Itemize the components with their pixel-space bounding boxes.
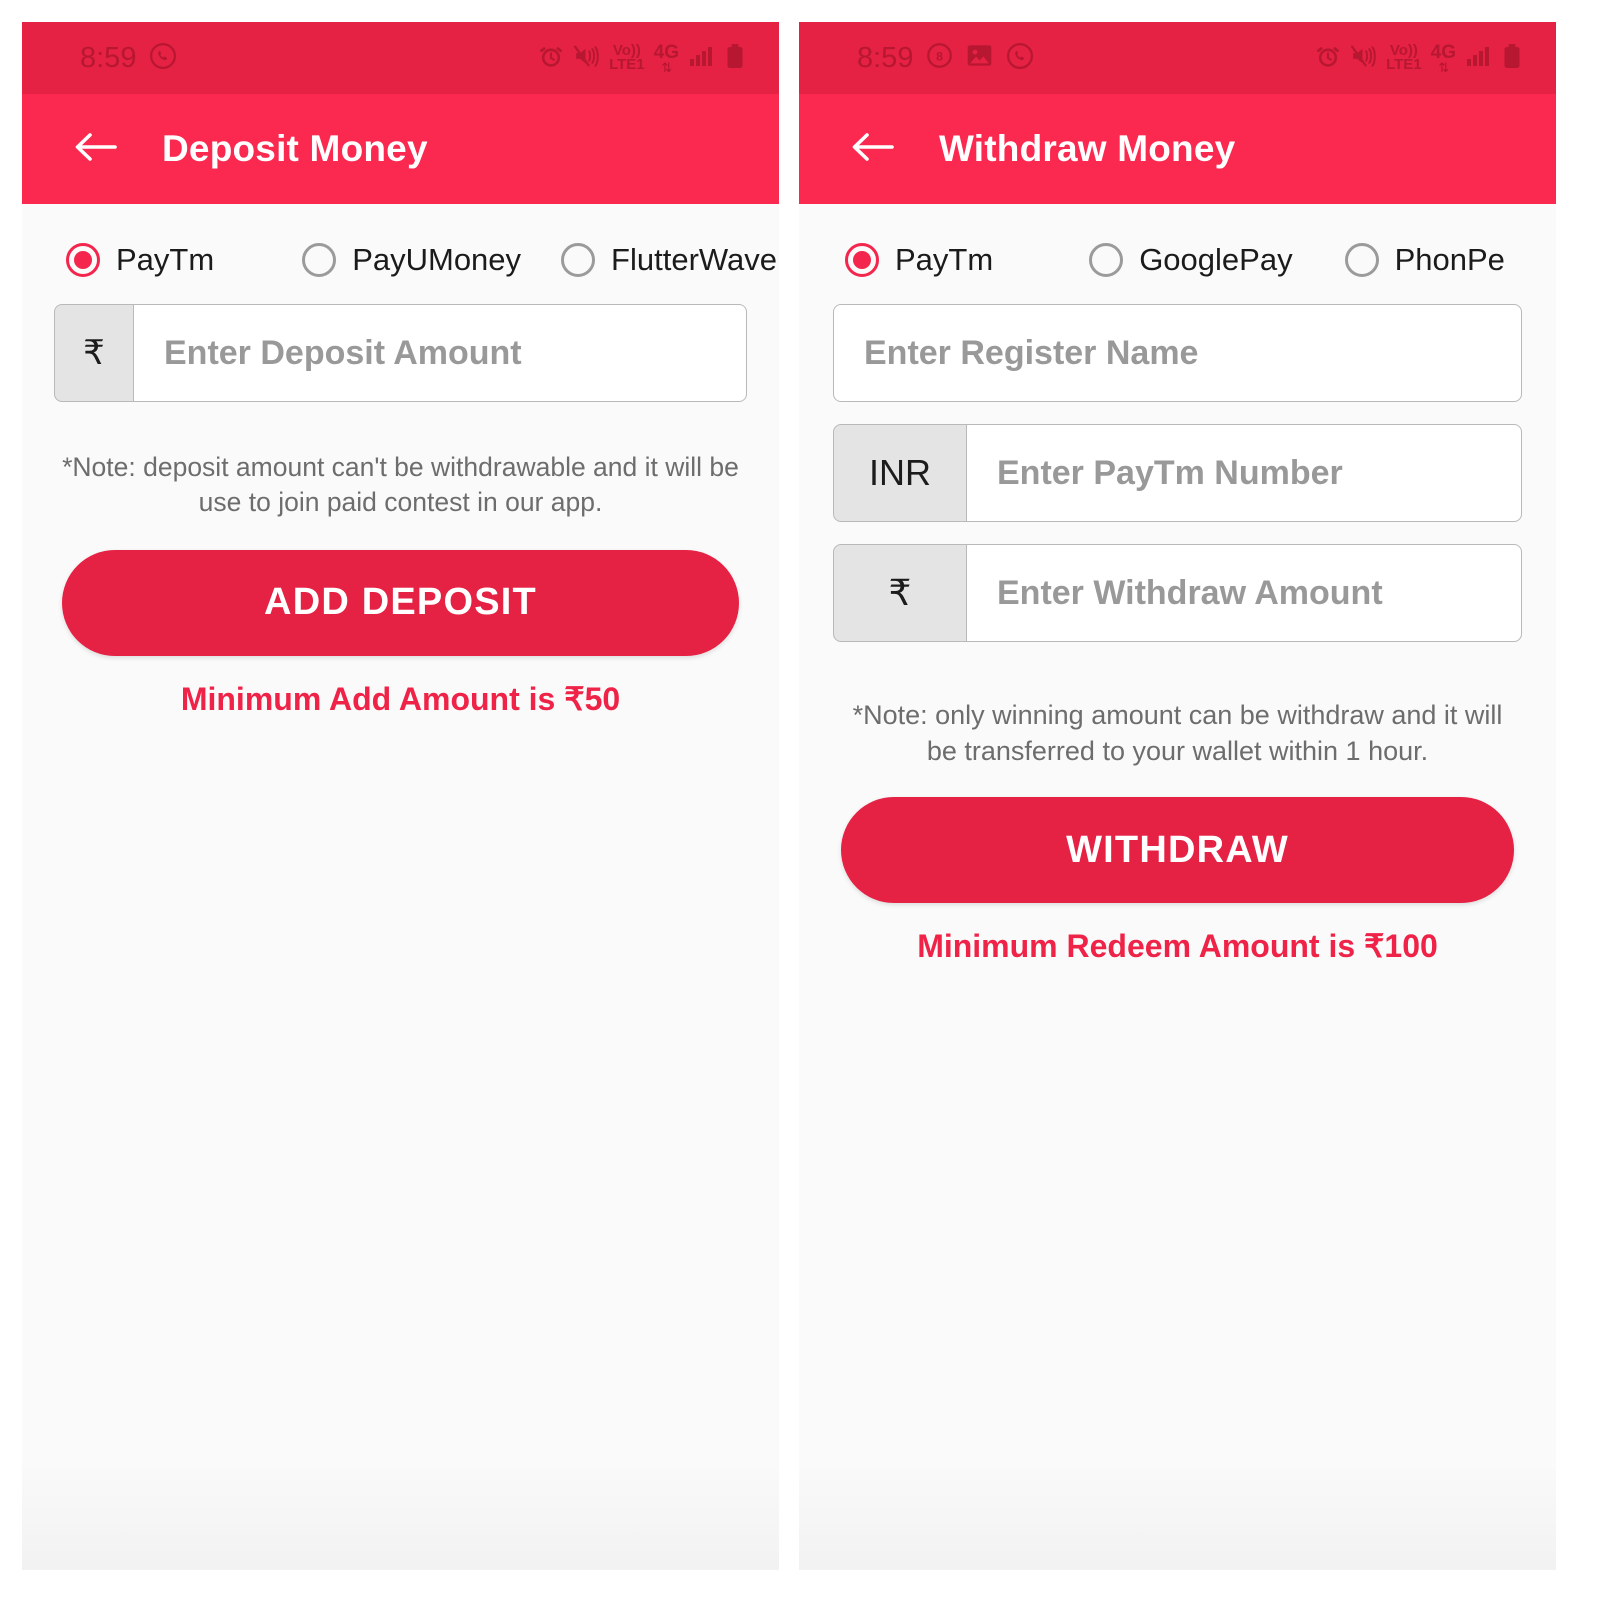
rupee-symbol-prefix: ₹ (54, 304, 134, 402)
app-bar: Withdraw Money (799, 94, 1556, 204)
screen-content: PayTm GooglePay PhonPe Enter Register Na… (799, 204, 1556, 1570)
status-bar-right: Vo)) LTE1 4G ⇅ (1315, 43, 1522, 74)
battery-icon (725, 43, 745, 74)
status-bar-clock: 8:59 (857, 41, 914, 74)
signal-icon (688, 44, 716, 73)
app-bar: Deposit Money (22, 94, 779, 204)
page-title: Deposit Money (162, 128, 428, 169)
whatsapp-icon (1006, 42, 1034, 75)
page-title: Withdraw Money (939, 128, 1236, 169)
volte-icon: Vo)) LTE1 (1386, 42, 1422, 73)
inr-code-prefix: INR (833, 424, 967, 522)
battery-icon (1502, 43, 1522, 74)
register-name-field[interactable]: Enter Register Name (833, 304, 1522, 402)
deposit-note: *Note: deposit amount can't be withdrawa… (62, 452, 739, 517)
paytm-number-field[interactable]: INR Enter PayTm Number (833, 424, 1522, 522)
arrow-left-icon (73, 129, 119, 170)
svg-text:8: 8 (937, 49, 944, 63)
status-bar-left: 8:59 (80, 42, 177, 75)
radio-selected-icon[interactable] (66, 243, 100, 277)
withdraw-button[interactable]: WITHDRAW (841, 797, 1514, 904)
status-bar-left: 8:59 8 (857, 42, 1034, 75)
payment-method-group: PayTm GooglePay PhonPe (833, 204, 1522, 304)
payment-option-flutterwave[interactable]: FlutterWave (561, 242, 777, 278)
payment-option-label: PayTm (116, 242, 215, 277)
radio-unselected-icon[interactable] (1089, 243, 1124, 277)
payment-method-group: PayTm PayUMoney FlutterWave (54, 204, 777, 304)
radio-unselected-icon[interactable] (302, 243, 337, 277)
payment-option-label: FlutterWave (611, 242, 777, 277)
minimum-redeem-amount-text: Minimum Redeem Amount is ₹100 (917, 928, 1438, 965)
data-arrows-icon: ⇅ (661, 59, 672, 75)
register-name-input[interactable]: Enter Register Name (833, 304, 1522, 402)
add-deposit-button[interactable]: ADD DEPOSIT (62, 549, 739, 656)
signal-icon (1465, 44, 1493, 73)
deposit-amount-field[interactable]: ₹ Enter Deposit Amount (54, 304, 747, 402)
back-button[interactable] (849, 125, 897, 173)
withdraw-amount-input[interactable]: Enter Withdraw Amount (967, 544, 1522, 642)
arrow-left-icon (850, 129, 896, 170)
4g-icon: 4G ⇅ (653, 41, 679, 75)
deposit-amount-placeholder: Enter Deposit Amount (164, 333, 522, 372)
screen-content: PayTm PayUMoney FlutterWave ₹ Enter Depo… (22, 204, 779, 1570)
paytm-number-input[interactable]: Enter PayTm Number (967, 424, 1522, 522)
paytm-number-placeholder: Enter PayTm Number (997, 453, 1343, 492)
withdraw-screen: 8:59 8 Vo)) LTE1 4G ⇅ Withdraw Money Pay… (799, 22, 1556, 1570)
register-name-placeholder: Enter Register Name (864, 333, 1199, 372)
screenshot-stage: 8:59 Vo)) LTE1 4G ⇅ Deposit Money PayTm … (0, 0, 1600, 1600)
payment-option-paytm[interactable]: PayTm (66, 242, 214, 278)
photo-icon (966, 43, 993, 73)
status-bar-clock: 8:59 (80, 41, 137, 74)
payment-option-googlepay[interactable]: GooglePay (1089, 242, 1293, 278)
payment-option-phonpe[interactable]: PhonPe (1344, 242, 1505, 278)
status-bar: 8:59 Vo)) LTE1 4G ⇅ (22, 22, 779, 94)
payment-option-label: PayTm (895, 242, 994, 277)
minimum-add-amount-text: Minimum Add Amount is ₹50 (180, 680, 621, 717)
alarm-icon (1315, 43, 1341, 74)
deposit-amount-input[interactable]: Enter Deposit Amount (134, 304, 747, 402)
alarm-icon (538, 43, 564, 74)
radio-selected-icon[interactable] (845, 243, 879, 277)
radio-unselected-icon[interactable] (1344, 243, 1379, 277)
4g-icon: 4G ⇅ (1430, 41, 1456, 75)
data-arrows-icon: ⇅ (1438, 59, 1449, 75)
payment-option-label: GooglePay (1139, 242, 1293, 277)
rupee-symbol-prefix: ₹ (833, 544, 967, 642)
mute-vibrate-icon (1350, 43, 1377, 74)
payment-option-label: PhonPe (1394, 242, 1505, 277)
whatsapp-icon (149, 42, 177, 75)
status-bar-right: Vo)) LTE1 4G ⇅ (538, 43, 745, 74)
payment-option-payumoney[interactable]: PayUMoney (302, 242, 521, 278)
status-bar: 8:59 8 Vo)) LTE1 4G ⇅ (799, 22, 1556, 94)
notification-badge-icon: 8 (926, 42, 953, 74)
mute-vibrate-icon (573, 43, 600, 74)
withdraw-amount-placeholder: Enter Withdraw Amount (997, 573, 1383, 612)
payment-option-label: PayUMoney (352, 242, 522, 277)
withdraw-note: *Note: only winning amount can be withdr… (852, 700, 1503, 766)
radio-unselected-icon[interactable] (561, 243, 596, 277)
payment-option-paytm[interactable]: PayTm (845, 242, 993, 278)
withdraw-amount-field[interactable]: ₹ Enter Withdraw Amount (833, 544, 1522, 642)
back-button[interactable] (72, 125, 120, 173)
deposit-screen: 8:59 Vo)) LTE1 4G ⇅ Deposit Money PayTm … (22, 22, 779, 1570)
volte-icon: Vo)) LTE1 (609, 42, 645, 73)
